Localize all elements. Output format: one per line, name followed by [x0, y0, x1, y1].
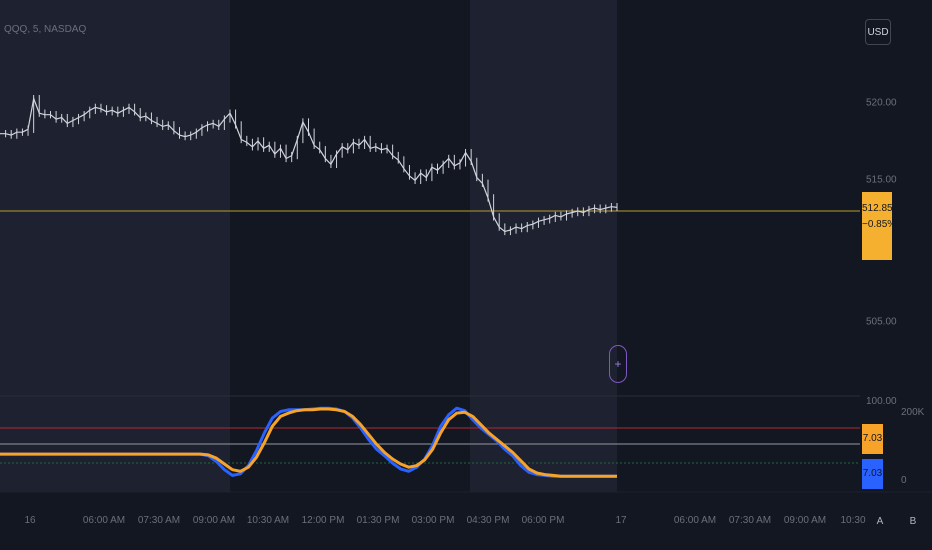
time-axis-label: 03:00 PM	[411, 515, 455, 526]
time-axis-label: 10:30 AM	[246, 515, 290, 526]
time-axis-label: 12:00 PM	[301, 515, 345, 526]
time-axis-label: 17	[615, 515, 627, 526]
time-axis-label: 10:30	[840, 515, 866, 526]
currency-button[interactable]: USD	[865, 19, 891, 45]
add-plus-icon[interactable]: +	[609, 345, 627, 383]
price-axis-label: 520.00	[866, 97, 897, 109]
time-axis-label: 07:30 AM	[137, 515, 181, 526]
osc-volume-label: 200K	[901, 407, 925, 418]
trading-chart[interactable]: QQQ, 5, NASDAQ USD 520.00 515.00 505.00 …	[0, 0, 932, 550]
session-shade-afterhours	[470, 0, 617, 492]
osc-orange-badge: 7.03	[862, 424, 883, 454]
current-price-change: −0.85%	[862, 219, 897, 230]
osc-axis-top-label: 100.00	[866, 396, 897, 407]
time-axis-label: 06:00 AM	[82, 515, 126, 526]
chart-canvas[interactable]	[0, 0, 932, 550]
symbol-title[interactable]: QQQ, 5, NASDAQ	[4, 24, 86, 35]
time-axis-label: 07:30 AM	[728, 515, 772, 526]
time-axis-label: 09:00 AM	[783, 515, 827, 526]
log-scale-button[interactable]: B	[903, 509, 923, 535]
session-shade-premarket	[0, 0, 230, 492]
price-axis-label: 515.00	[866, 174, 897, 186]
time-axis-label: 16	[24, 515, 36, 526]
osc-zero-label: 0	[901, 475, 907, 486]
time-axis-label: 06:00 AM	[673, 515, 717, 526]
price-axis-label: 505.00	[866, 316, 897, 328]
time-axis-label: 04:30 PM	[466, 515, 510, 526]
osc-blue-badge: 7.03	[862, 459, 883, 489]
auto-scale-button[interactable]: A	[870, 509, 890, 535]
current-price-value: 512.85	[862, 203, 893, 214]
time-axis-label: 01:30 PM	[356, 515, 400, 526]
current-price-badge: 512.85 −0.85%	[862, 192, 897, 260]
time-axis-label: 09:00 AM	[192, 515, 236, 526]
time-axis-label: 06:00 PM	[521, 515, 565, 526]
